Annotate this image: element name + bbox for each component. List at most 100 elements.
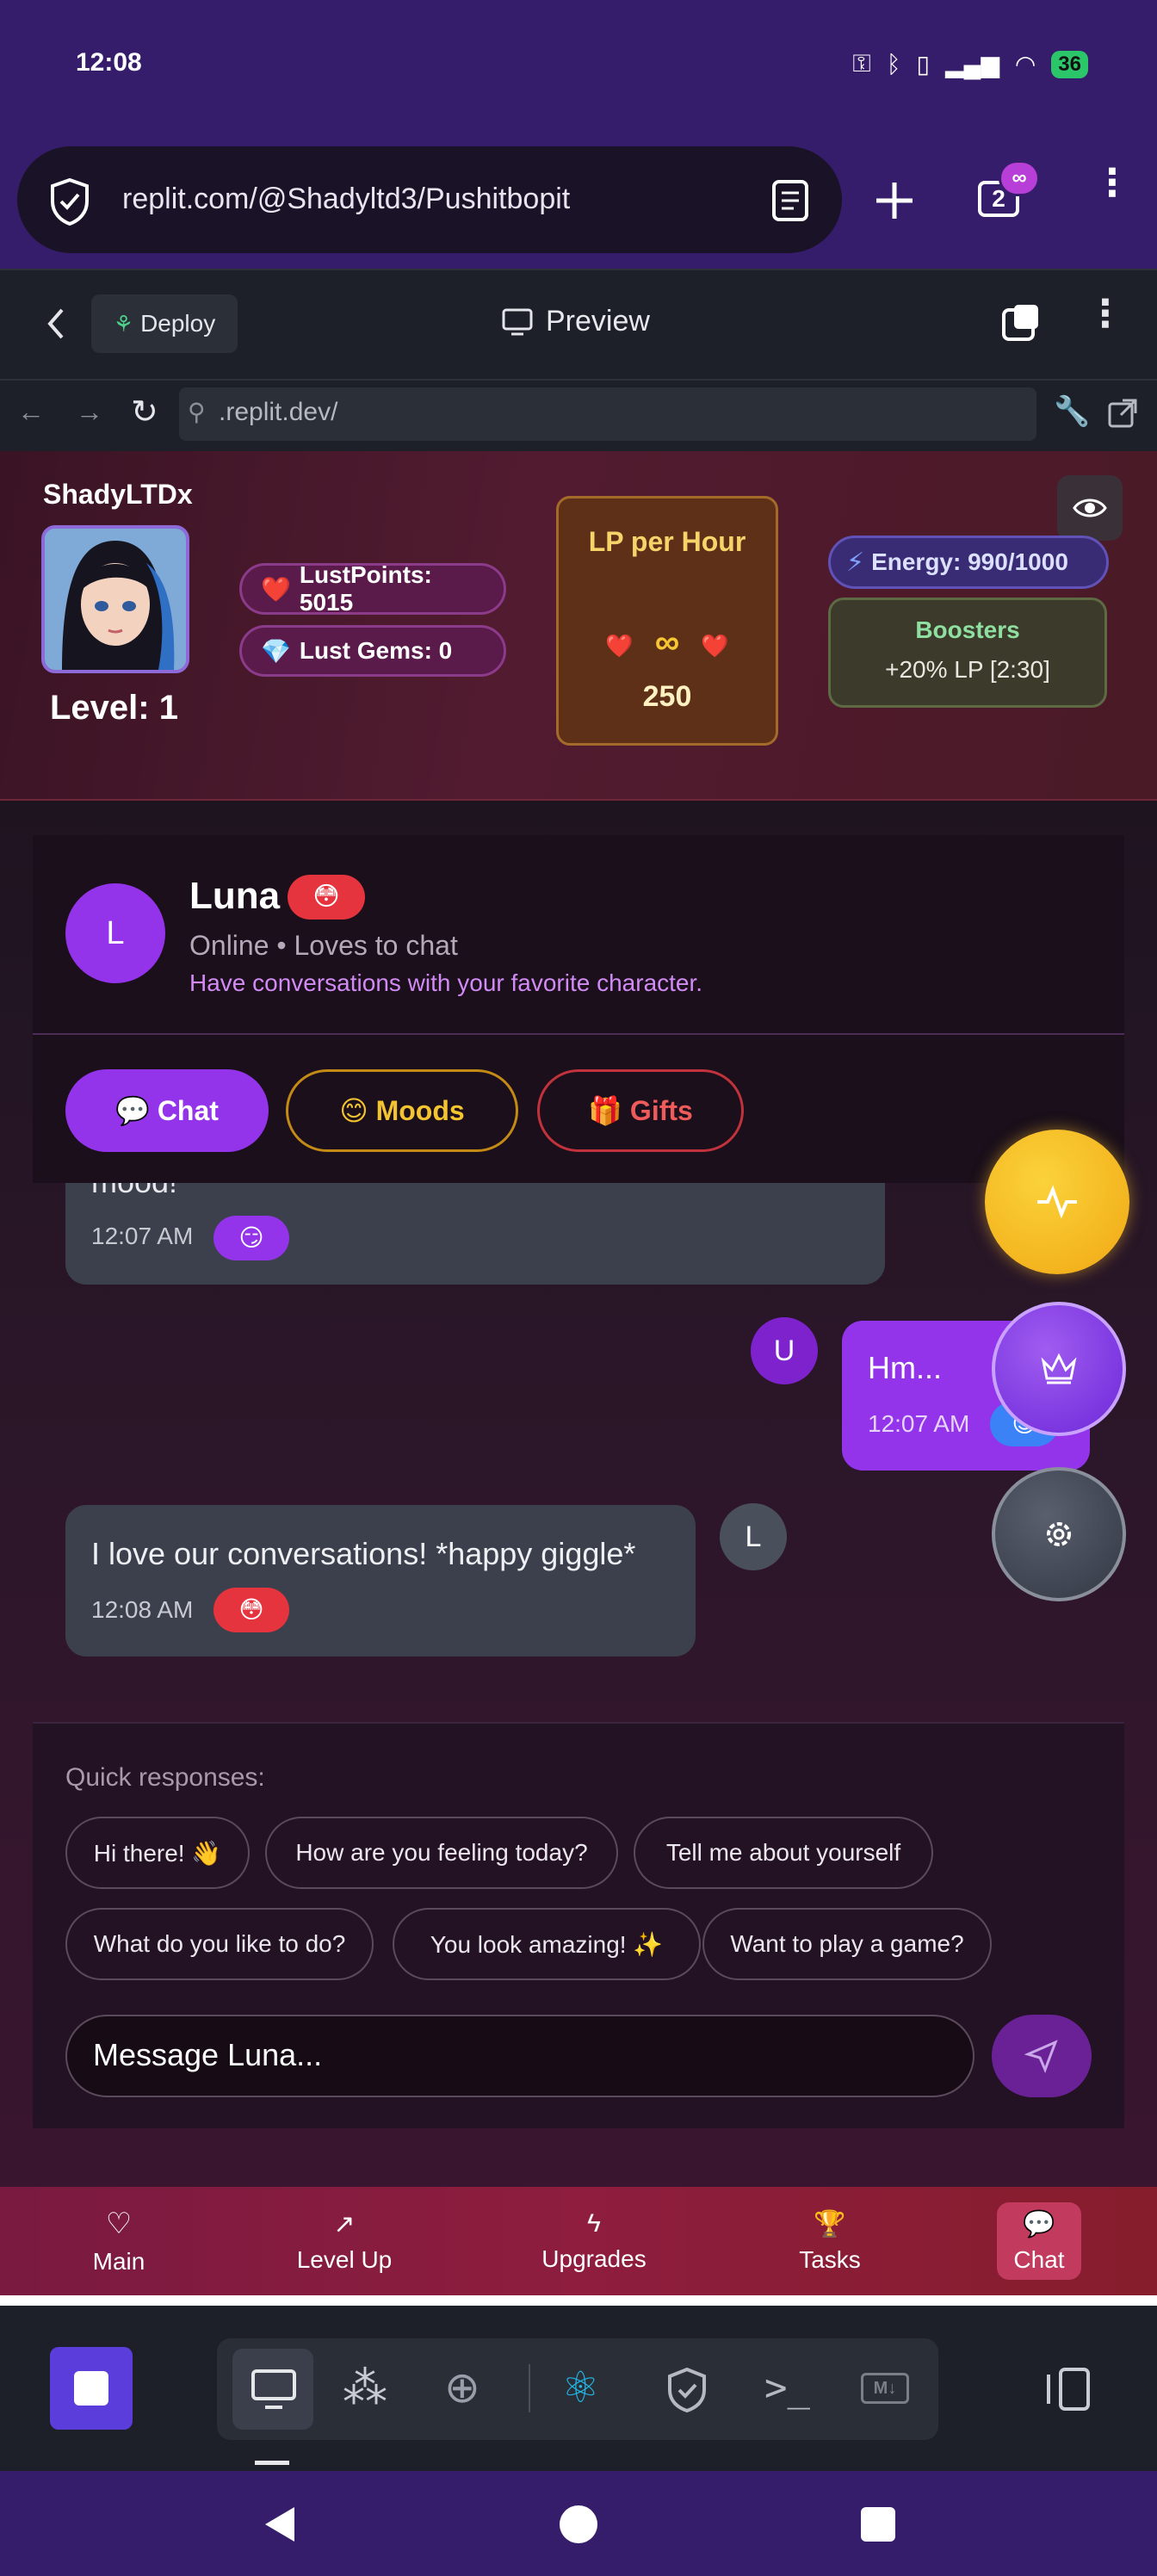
browser-menu-icon[interactable]: ⋮ [1093, 164, 1131, 202]
quick-response-chip[interactable]: What do you like to do? [65, 1908, 374, 1980]
open-window-icon[interactable] [1000, 301, 1043, 344]
message-input-placeholder[interactable]: Message Luna... [93, 2037, 322, 2073]
deploy-label: Deploy [140, 310, 216, 337]
message-mood-badge: 😏 [213, 1216, 289, 1260]
tab-gifts[interactable]: 🎁 Gifts [537, 1069, 744, 1152]
incognito-badge: ∞ [999, 160, 1040, 196]
tab-chat[interactable]: 💬 Chat [65, 1069, 269, 1152]
quick-response-chip[interactable]: You look amazing! ✨ [393, 1908, 701, 1980]
lust-points-pill: ❤️ LustPoints: 5015 [239, 561, 506, 616]
character-description: Have conversations with your favorite ch… [189, 969, 703, 996]
vibrate-icon: ▯ [916, 51, 930, 77]
user-avatar: U [751, 1317, 818, 1384]
character-avatar-small: L [720, 1503, 787, 1570]
gear-icon [1047, 1522, 1071, 1546]
eye-icon [1073, 498, 1107, 517]
stop-icon [74, 2371, 108, 2406]
heart-icon: ❤️ [605, 633, 634, 659]
monitor-icon[interactable] [250, 2368, 298, 2411]
trending-up-icon: ↗ [333, 2209, 356, 2239]
reader-mode-icon[interactable] [771, 179, 809, 222]
deploy-tool-icon[interactable]: ⊕ [444, 2362, 480, 2412]
shield-check-icon[interactable] [48, 177, 91, 226]
preview-url-text[interactable]: .replit.dev/ [219, 398, 337, 427]
message-text: Hm... [868, 1350, 942, 1385]
heart-icon: ❤️ [261, 575, 291, 603]
toggle-visibility-button[interactable] [1057, 475, 1123, 541]
player-avatar[interactable] [41, 525, 189, 673]
quick-response-chip[interactable]: How are you feeling today? [265, 1817, 618, 1889]
react-icon[interactable]: ⚛ [561, 2362, 600, 2412]
divider [529, 2364, 530, 2412]
quick-response-chip[interactable]: Hi there! 👋 [65, 1817, 250, 1889]
monitor-icon [502, 308, 533, 335]
separator [0, 2295, 1157, 2306]
character-avatar: L [65, 883, 165, 983]
send-icon [1024, 2040, 1058, 2073]
packages-icon[interactable]: ⁂ [343, 2362, 387, 2414]
boosters-title: Boosters [915, 616, 1020, 643]
url-text[interactable]: replit.com/@Shadyltd3/Pushitbopit [122, 183, 570, 216]
link-icon: ⚲ [188, 399, 206, 425]
message-mood-badge: 😳 [213, 1588, 289, 1632]
stop-button[interactable] [50, 2347, 133, 2430]
new-tab-icon[interactable] [873, 179, 916, 222]
heart-icon: ❤️ [701, 633, 729, 659]
lightning-icon: ⚡ [846, 548, 865, 577]
character-mood-badge: 😳 [288, 875, 365, 920]
lust-gems-value: Lust Gems: 0 [299, 637, 453, 664]
wrench-icon[interactable]: 🔧 [1054, 394, 1090, 429]
energy-pill: ⚡ Energy: 990/1000 [828, 536, 1109, 589]
crown-icon [1041, 1353, 1077, 1384]
back-triangle-icon[interactable] [260, 2504, 298, 2545]
nav-chat[interactable]: 💬 Chat [997, 2187, 1081, 2295]
avatar-portrait [45, 529, 186, 670]
home-icon[interactable] [560, 2505, 597, 2543]
infinity-symbol: ∞ [654, 623, 680, 661]
quick-responses-label: Quick responses: [65, 1763, 265, 1792]
replit-menu-icon[interactable]: ⋮ [1086, 295, 1124, 333]
external-link-icon[interactable] [1107, 398, 1138, 429]
arrow-right-icon[interactable]: → [76, 396, 103, 428]
active-tool-indicator [255, 2461, 289, 2465]
message-time: 12:08 AM [91, 1596, 194, 1623]
lust-points-value: LustPoints: 5015 [299, 561, 432, 616]
nav-tasks[interactable]: 🏆 Tasks [778, 2187, 882, 2295]
message-time: 12:07 AM [868, 1410, 970, 1437]
markdown-icon[interactable]: M↓ [861, 2373, 909, 2404]
terminal-icon[interactable]: >_ [764, 2366, 810, 2410]
reload-icon[interactable]: ↻ [131, 393, 158, 431]
tab-moods[interactable]: 😊 Moods [286, 1069, 518, 1152]
lp-per-hour-row: ❤️ ∞ ❤️ [556, 623, 778, 662]
arrow-left-icon[interactable]: ← [17, 396, 45, 428]
recents-icon[interactable] [861, 2507, 895, 2542]
bluetooth-icon: ᛒ [886, 50, 901, 77]
status-icons: ⚿ ᛒ ▯ ▂▄▆ ◠ 36 [852, 50, 1088, 78]
nav-upgrades[interactable]: ϟ Upgrades [534, 2187, 654, 2295]
panel-toggle-icon[interactable] [1043, 2366, 1092, 2412]
chat-message-bubble [65, 1505, 696, 1656]
quick-response-chip[interactable]: Want to play a game? [702, 1908, 992, 1980]
premium-fab[interactable] [992, 1302, 1126, 1436]
heart-outline-icon: ♡ [105, 2208, 133, 2240]
preview-label: Preview [546, 305, 650, 337]
nav-level-up[interactable]: ↗ Level Up [284, 2187, 405, 2295]
nav-main[interactable]: ♡ Main [67, 2187, 170, 2295]
shield-icon[interactable] [665, 2366, 709, 2414]
key-icon: ⚿ [852, 50, 871, 77]
activity-icon [1037, 1185, 1077, 1219]
divider [33, 1033, 1124, 1035]
trophy-icon: 🏆 [814, 2209, 846, 2239]
back-chevron-icon[interactable] [43, 307, 69, 341]
character-status: Online • Loves to chat [189, 930, 458, 961]
quick-response-chip[interactable]: Tell me about yourself [634, 1817, 933, 1889]
activity-fab[interactable] [985, 1130, 1129, 1274]
nav-label: Upgrades [541, 2245, 647, 2272]
preview-title: Preview [501, 305, 650, 338]
settings-fab[interactable] [992, 1467, 1126, 1601]
lust-gems-pill: 💎 Lust Gems: 0 [239, 625, 506, 677]
boosters-card[interactable] [828, 598, 1107, 708]
send-button[interactable] [992, 2015, 1092, 2097]
deploy-icon: ⚘ [113, 310, 134, 337]
deploy-button[interactable]: ⚘ Deploy [91, 294, 238, 353]
